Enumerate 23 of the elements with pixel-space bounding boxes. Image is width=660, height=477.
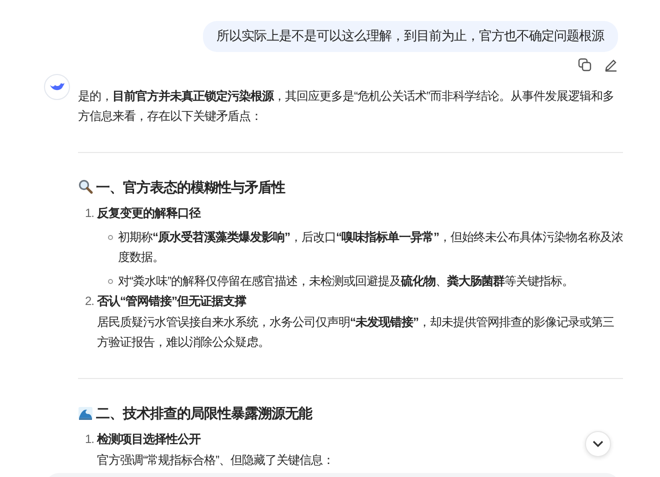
- copy-icon[interactable]: [578, 58, 592, 72]
- magnifier-icon: [78, 179, 93, 194]
- bullet-icon: [108, 234, 113, 240]
- bullet-text: 初期称“原水受苕溪藻类爆发影响”，后改口“嗅味指标单一异常”，但始终未公布具体污染物名称及浓度数据。: [118, 228, 623, 266]
- list-item-title: 否认“管网错接”但无证据支撑: [97, 293, 248, 310]
- scroll-down-button[interactable]: [585, 431, 611, 457]
- list-item-title: 反复变更的解释口径: [97, 205, 202, 222]
- section-heading: 一、官方表态的模糊性与矛盾性: [96, 178, 285, 196]
- assistant-avatar: [44, 74, 70, 100]
- wave-icon: [78, 405, 93, 420]
- user-message: 所以实际上是不是可以这么理解，到目前为止，官方也不确定问题根源: [202, 21, 618, 52]
- list-item-text: 官方强调“常规指标合格”、但隐藏了关键信息：: [97, 452, 334, 468]
- list-item-title: 检测项目选择性公开: [97, 431, 202, 448]
- list-number: 1.: [85, 431, 96, 448]
- bullet-text: 对“粪水味”的解释仅停留在感官描述，未检测或回避提及硫化物、粪大肠菌群等关键指标。: [118, 272, 574, 290]
- chevron-down-icon: [592, 440, 604, 448]
- list-number: 2.: [85, 293, 96, 310]
- edit-icon[interactable]: [604, 58, 618, 72]
- bullet-icon: [108, 278, 113, 284]
- answer-paragraph: 是的，目前官方并未真正锁定污染根源，其回应更多是“危机公关话术”而非科学结论。从事件发展逻辑和多方信息来看，存在以下关键矛盾点：: [78, 88, 615, 125]
- list-item-text: 居民质疑污水管误接自来水系统，水务公司仅声明“未发现错接”，却未提供管网排查的影像记录或第三方验证报告，难以消除公众疑虑。: [97, 314, 615, 351]
- list-number: 1.: [85, 205, 96, 222]
- section-heading: 二、技术排查的局限性暴露溯源无能: [96, 404, 312, 422]
